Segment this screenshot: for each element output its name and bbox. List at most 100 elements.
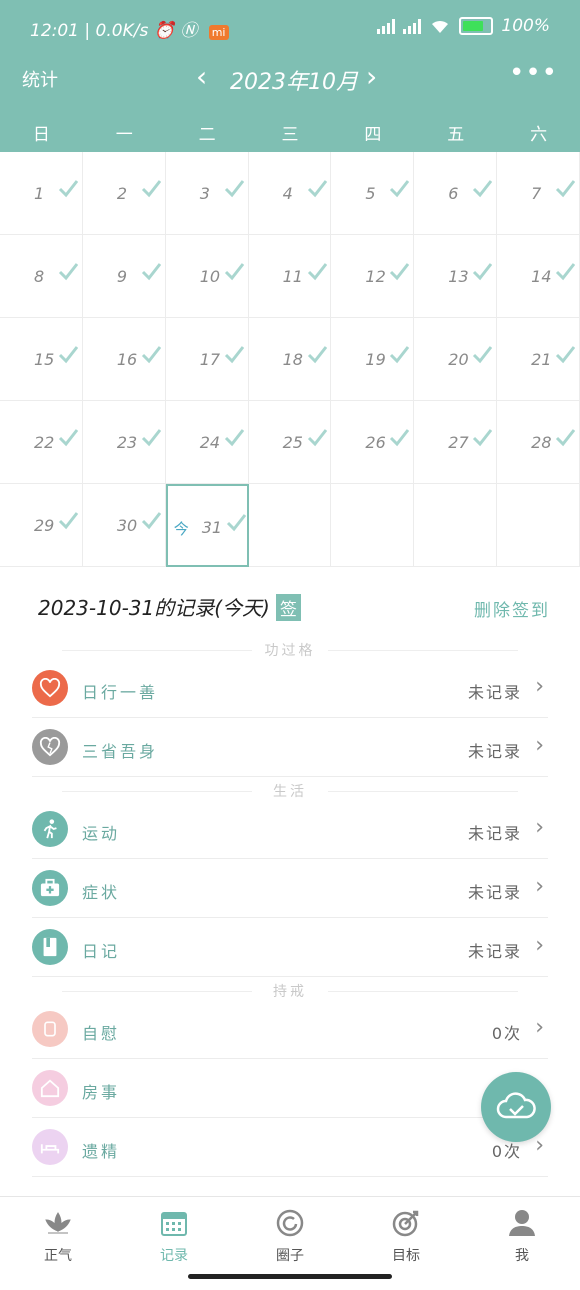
battery-icon [459, 17, 494, 35]
calendar-day-cell[interactable]: 10 [165, 235, 249, 318]
bed-icon [32, 1129, 68, 1165]
check-icon [390, 346, 410, 364]
day-number: 29 [34, 516, 55, 535]
heart-icon [32, 670, 68, 706]
app-header: 统计 ‹ 2023年10月 › ••• [0, 54, 580, 104]
calendar-day-cell[interactable]: 28 [497, 401, 580, 484]
calendar-day-cell[interactable]: 23 [82, 401, 166, 484]
status-time: 12:01 [30, 21, 79, 41]
record-row-exercise[interactable]: 运动 未记录 › [32, 801, 548, 859]
chevron-right-icon: › [535, 1015, 544, 1040]
calendar-day-cell[interactable]: 29 [0, 484, 83, 567]
user-icon [509, 1210, 535, 1236]
calendar-day-cell[interactable]: 2 [82, 152, 166, 235]
check-icon [58, 263, 78, 281]
calendar-day-cell[interactable]: 30 [82, 484, 166, 567]
calendar-day-cell[interactable]: 18 [248, 318, 332, 401]
calendar-day-cell[interactable]: 20 [414, 318, 498, 401]
calendar-day-cell[interactable]: 22 [0, 401, 83, 484]
diary-icon [32, 929, 68, 965]
cloud-sync-button[interactable] [481, 1072, 551, 1142]
record-row-emission[interactable]: 遗精 0次 › [32, 1119, 548, 1177]
day-number: 8 [34, 267, 45, 286]
calendar-day-cell[interactable]: 3 [165, 152, 249, 235]
nav-item-zhengqi[interactable]: 正气 [0, 1197, 116, 1290]
calendar-day-cell[interactable]: 25 [248, 401, 332, 484]
chevron-right-icon: › [535, 874, 544, 899]
month-title[interactable]: 2023年10月 [230, 64, 358, 96]
calendar-day-cell[interactable]: 16 [82, 318, 166, 401]
calendar-day-cell[interactable]: 14 [497, 235, 580, 318]
stats-button[interactable]: 统计 [22, 66, 58, 92]
nfc-icon: Ⓝ [180, 21, 198, 41]
calendar-day-cell[interactable]: 5 [331, 152, 415, 235]
target-icon [392, 1210, 419, 1237]
prev-month-button[interactable]: ‹ [196, 60, 207, 93]
row-label: 房事 [82, 1083, 121, 1102]
next-month-button[interactable]: › [366, 60, 377, 93]
day-number: 7 [531, 184, 542, 203]
row-label: 三省吾身 [82, 742, 159, 761]
row-label: 自慰 [82, 1024, 121, 1043]
record-row-intercourse[interactable]: 房事 [32, 1060, 548, 1118]
check-icon [58, 346, 78, 364]
row-value: 未记录 [467, 942, 522, 961]
calendar-day-cell[interactable]: 19 [331, 318, 415, 401]
nav-label: 圈子 [276, 1248, 304, 1264]
check-icon [141, 429, 161, 447]
check-icon [141, 263, 161, 281]
calendar-day-cell[interactable]: 15 [0, 318, 83, 401]
calendar-day-cell[interactable]: 1 [0, 152, 83, 235]
record-row-symptom[interactable]: 症状 未记录 › [32, 860, 548, 918]
record-row-masturbation[interactable]: 自慰 0次 › [32, 1001, 548, 1059]
calendar-day-cell-today[interactable]: 31 今 [165, 484, 249, 567]
day-number: 17 [199, 350, 221, 369]
nav-item-me[interactable]: 我 [464, 1197, 580, 1290]
calendar-day-cell[interactable]: 12 [331, 235, 415, 318]
check-icon [307, 346, 327, 364]
check-icon [307, 263, 327, 281]
signal-icon [377, 18, 396, 34]
nav-label: 正气 [44, 1248, 72, 1264]
section-title-merit: 功过格 [32, 640, 548, 660]
check-icon [556, 346, 576, 364]
day-number: 26 [365, 433, 386, 452]
record-row-good-deed[interactable]: 日行一善 未记录 › [32, 660, 548, 718]
calendar-day-cell[interactable]: 8 [0, 235, 83, 318]
row-value: 未记录 [467, 742, 522, 761]
calendar-day-cell[interactable]: 6 [414, 152, 498, 235]
record-row-reflection[interactable]: 三省吾身 未记录 › [32, 719, 548, 777]
check-icon [224, 346, 244, 364]
weekday-label: 二 [198, 125, 216, 145]
more-menu-button[interactable]: ••• [509, 58, 558, 88]
calendar-empty-cell [497, 484, 580, 567]
running-icon [32, 811, 68, 847]
day-number: 6 [448, 184, 459, 203]
calendar-day-cell[interactable]: 24 [165, 401, 249, 484]
calendar-day-cell[interactable]: 4 [248, 152, 332, 235]
calendar-day-cell[interactable]: 17 [165, 318, 249, 401]
weekday-label: 五 [447, 125, 465, 145]
weekday-label: 四 [364, 125, 382, 145]
chevron-right-icon: › [535, 933, 544, 958]
signal-icon-2 [403, 18, 422, 34]
calendar-day-cell[interactable]: 21 [497, 318, 580, 401]
check-icon [58, 512, 78, 530]
delete-sign-button[interactable]: 删除签到 [474, 596, 550, 621]
check-icon [226, 514, 246, 532]
row-value: 未记录 [467, 683, 522, 702]
calendar-day-cell[interactable]: 7 [497, 152, 580, 235]
row-label: 日行一善 [82, 683, 159, 702]
check-icon [141, 346, 161, 364]
weekday-label: 一 [115, 125, 133, 145]
calendar-day-cell[interactable]: 11 [248, 235, 332, 318]
check-icon [141, 180, 161, 198]
record-row-diary[interactable]: 日记 未记录 › [32, 919, 548, 977]
calendar-day-cell[interactable]: 13 [414, 235, 498, 318]
row-value: 未记录 [467, 883, 522, 902]
calendar-day-cell[interactable]: 27 [414, 401, 498, 484]
day-number: 18 [282, 350, 303, 369]
calendar-day-cell[interactable]: 26 [331, 401, 415, 484]
calendar-day-cell[interactable]: 9 [82, 235, 166, 318]
nav-label: 我 [515, 1248, 529, 1264]
